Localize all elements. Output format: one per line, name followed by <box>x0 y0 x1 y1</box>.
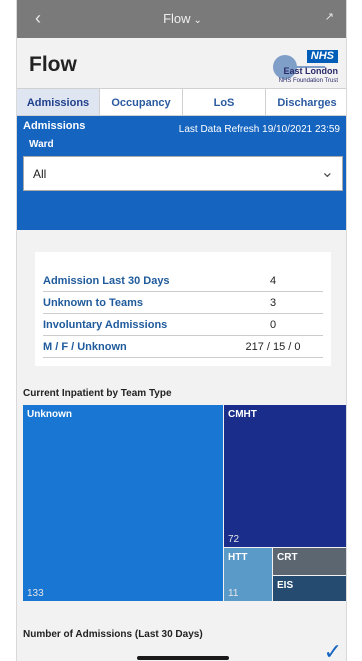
tile-value: 133 <box>27 588 44 599</box>
inpatient-treemap: Unknown 133 CMHT 72 HTT 11 CRT EIS <box>23 405 346 601</box>
admissions-filter-panel: Admissions Last Data Refresh 19/10/2021 … <box>17 116 346 230</box>
home-indicator[interactable] <box>137 656 229 660</box>
section-label: Admissions <box>23 120 86 132</box>
org-name: East London <box>283 66 339 76</box>
page-title: Flow <box>29 53 77 76</box>
stat-row: Unknown to Teams 3 <box>43 292 323 314</box>
tab-discharges[interactable]: Discharges <box>266 89 346 115</box>
treemap-tile-unknown[interactable]: Unknown 133 <box>23 405 223 601</box>
app-frame: ‹ Flow ⌄ ↗ Flow NHS East London NHS Found… <box>16 0 347 661</box>
tile-name: EIS <box>277 580 294 591</box>
trust-name: NHS Foundation Trust <box>278 78 338 84</box>
stats-card: Admission Last 30 Days 4 Unknown to Team… <box>35 252 331 366</box>
ward-select-value: All <box>33 167 47 181</box>
ward-label: Ward <box>29 139 54 150</box>
treemap-tile-crt[interactable]: CRT <box>273 548 346 575</box>
nhs-logo: NHS East London NHS Foundation Trust <box>279 46 338 85</box>
chevron-down-icon: ⌄ <box>193 15 202 26</box>
stat-row: Involuntary Admissions 0 <box>43 314 323 336</box>
tile-name: CRT <box>277 552 298 563</box>
tile-value: 72 <box>228 534 240 545</box>
ward-select[interactable]: All ⌄ <box>23 156 343 191</box>
app-header: Flow NHS East London NHS Foundation Trus… <box>17 38 346 88</box>
stat-value: 217 / 15 / 0 <box>245 341 301 353</box>
tile-name: CMHT <box>228 409 257 420</box>
tab-admissions[interactable]: Admissions <box>17 89 100 115</box>
tab-los[interactable]: LoS <box>183 89 266 115</box>
app-switcher-title: Flow <box>163 11 191 26</box>
treemap-tile-htt[interactable]: HTT 11 <box>224 548 272 601</box>
tab-bar: Admissions Occupancy LoS Discharges <box>17 88 346 116</box>
stat-label: Involuntary Admissions <box>43 319 168 331</box>
chevron-down-icon: ⌄ <box>320 164 334 181</box>
stat-row: M / F / Unknown 217 / 15 / 0 <box>43 336 323 358</box>
stat-label: Unknown to Teams <box>43 297 144 309</box>
tile-name: HTT <box>228 552 248 563</box>
stat-label: M / F / Unknown <box>43 341 127 353</box>
stat-label: Admission Last 30 Days <box>43 275 170 287</box>
nhs-logo-mark: NHS <box>306 50 338 63</box>
stat-value: 0 <box>269 319 277 331</box>
refresh-timestamp: Last Data Refresh 19/10/2021 23:59 <box>178 124 340 135</box>
stat-row: Admission Last 30 Days 4 <box>43 270 323 292</box>
treemap-tile-eis[interactable]: EIS <box>273 576 346 601</box>
chart-line-icon: ✓ <box>323 639 342 661</box>
minimize-icon[interactable]: ↗ <box>325 10 334 23</box>
tile-value: 11 <box>228 588 239 599</box>
tile-name: Unknown <box>27 409 72 420</box>
admissions-chart-title: Number of Admissions (Last 30 Days) <box>23 629 203 640</box>
stat-value: 4 <box>269 275 277 287</box>
app-switcher[interactable]: Flow ⌄ <box>17 11 346 26</box>
top-bar: ‹ Flow ⌄ ↗ <box>17 0 346 38</box>
inpatient-section-title: Current Inpatient by Team Type <box>23 388 172 399</box>
treemap-tile-cmht[interactable]: CMHT 72 <box>224 405 346 547</box>
tab-occupancy[interactable]: Occupancy <box>100 89 183 115</box>
stat-value: 3 <box>269 297 277 309</box>
